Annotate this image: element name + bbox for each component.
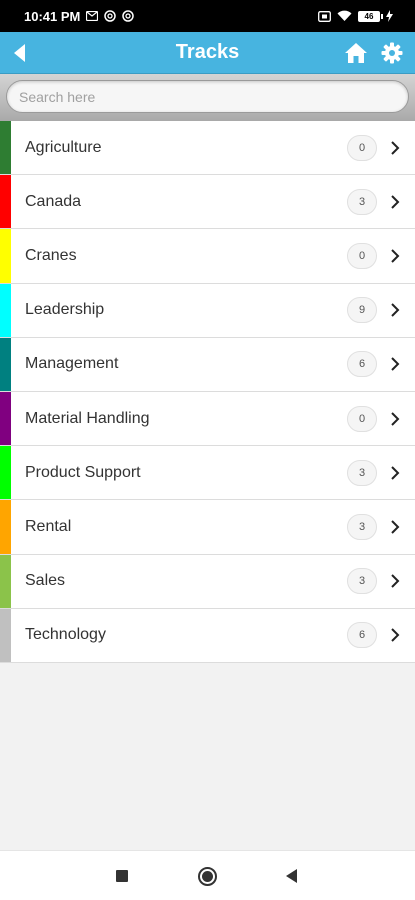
charging-icon — [386, 10, 393, 22]
status-time: 10:41 PM — [24, 8, 81, 24]
status-left: 10:41 PM — [24, 8, 135, 24]
list-item-track[interactable]: Rental 3 — [0, 500, 415, 555]
color-strip — [0, 337, 11, 391]
track-label: Management — [25, 355, 119, 373]
system-nav-bar — [0, 850, 415, 900]
status-bar: 10:41 PM 46 — [0, 0, 415, 32]
list-item-track[interactable]: Technology 6 — [0, 608, 415, 663]
count-badge: 6 — [347, 622, 377, 649]
chevron-right-icon — [387, 519, 403, 535]
home-circle-icon[interactable] — [198, 867, 217, 886]
list-item-track[interactable]: Leadership 9 — [0, 283, 415, 338]
message-icon — [86, 11, 99, 21]
chevron-right-icon — [387, 194, 403, 210]
count-badge: 9 — [347, 297, 377, 324]
color-strip — [0, 554, 11, 608]
home-icon[interactable] — [343, 40, 369, 66]
chevron-right-icon — [387, 248, 403, 264]
track-label: Sales — [25, 572, 66, 590]
list-item-track[interactable]: Material Handling 0 — [0, 391, 415, 447]
chevron-right-icon — [387, 302, 403, 318]
count-badge: 3 — [347, 459, 377, 486]
color-strip — [0, 608, 11, 662]
battery-icon: 46 — [358, 10, 383, 22]
back-arrow-icon[interactable] — [10, 42, 30, 64]
chevron-right-icon — [387, 356, 403, 372]
count-badge: 3 — [347, 188, 377, 215]
color-strip — [0, 446, 11, 500]
track-list: Agriculture 0 Canada 3 Cranes 0 Leadersh… — [0, 121, 415, 663]
page-title: Tracks — [175, 41, 240, 63]
count-badge: 0 — [347, 242, 377, 269]
color-strip — [0, 391, 11, 446]
count-badge: 0 — [347, 405, 377, 432]
recent-apps-icon[interactable] — [116, 870, 128, 882]
chevron-right-icon — [387, 411, 403, 427]
count-badge: 6 — [347, 351, 377, 378]
list-item-track[interactable]: Agriculture 0 — [0, 121, 415, 176]
wifi-icon — [337, 10, 352, 22]
count-badge: 0 — [347, 134, 377, 161]
track-label: Material Handling — [25, 409, 150, 427]
status-right: 46 — [318, 10, 393, 22]
track-label: Cranes — [25, 246, 77, 264]
track-label: Product Support — [25, 463, 141, 481]
color-strip — [0, 175, 11, 229]
track-label: Technology — [25, 626, 106, 644]
list-item-track[interactable]: Product Support 3 — [0, 446, 415, 501]
app-header: Tracks — [0, 32, 415, 74]
count-badge: 3 — [347, 513, 377, 540]
list-item-track[interactable]: Management 6 — [0, 337, 415, 392]
chevron-right-icon — [387, 465, 403, 481]
track-label: Agriculture — [25, 138, 102, 156]
color-strip — [0, 500, 11, 554]
chevron-right-icon — [387, 627, 403, 643]
list-item-track[interactable]: Canada 3 — [0, 175, 415, 230]
at-sign-icon — [122, 10, 135, 22]
count-badge: 3 — [347, 568, 377, 595]
color-strip — [0, 229, 11, 283]
track-label: Canada — [25, 192, 82, 210]
track-label: Rental — [25, 517, 72, 535]
screenshot-icon — [318, 10, 331, 22]
search-input[interactable] — [6, 80, 409, 113]
color-strip — [0, 121, 11, 175]
list-item-track[interactable]: Sales 3 — [0, 554, 415, 609]
battery-level: 46 — [364, 11, 374, 21]
track-label: Leadership — [25, 301, 105, 319]
chevron-right-icon — [387, 140, 403, 156]
back-triangle-icon[interactable] — [286, 869, 297, 883]
gear-icon[interactable] — [379, 40, 405, 66]
list-item-track[interactable]: Cranes 0 — [0, 229, 415, 284]
color-strip — [0, 283, 11, 337]
chevron-right-icon — [387, 573, 403, 589]
at-sign-icon — [104, 10, 117, 22]
search-bar — [0, 74, 415, 121]
